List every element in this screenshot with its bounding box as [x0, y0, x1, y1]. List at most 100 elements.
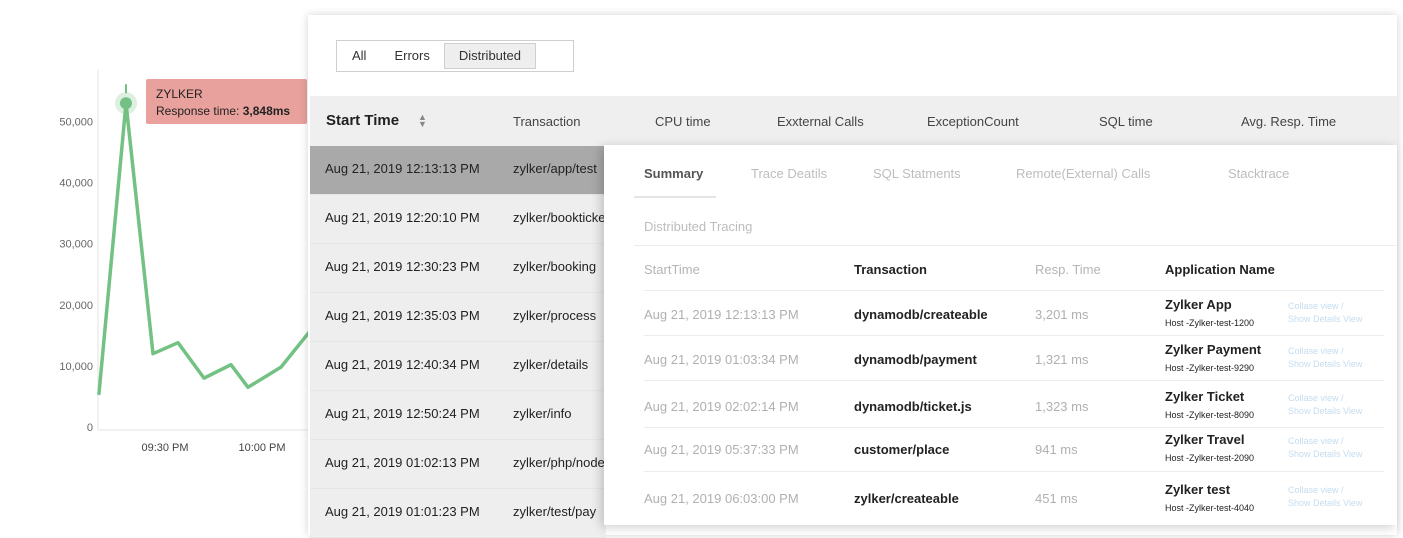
- y-tick-label: 30,000: [59, 239, 93, 251]
- transaction-rows: Aug 21, 2019 12:13:13 PM zylker/app/test…: [310, 146, 606, 538]
- collapse-view-link[interactable]: Collase view /: [1288, 345, 1344, 358]
- row-transaction: zylker/info: [513, 406, 572, 421]
- trace-transaction: dynamodb/payment: [854, 352, 977, 367]
- row-transaction: zylker/test/pay: [513, 504, 597, 519]
- table-row[interactable]: Aug 21, 2019 12:50:24 PM zylker/info: [310, 391, 606, 440]
- filter-tabs: All Errors Distributed: [336, 40, 574, 72]
- row-start-time: Aug 21, 2019 12:30:23 PM: [325, 259, 480, 274]
- trace-start-time: Aug 21, 2019 06:03:00 PM: [644, 491, 799, 506]
- trace-transaction: dynamodb/createable: [854, 307, 988, 322]
- tab-distributed[interactable]: Distributed: [443, 43, 536, 69]
- trace-transaction: customer/place: [854, 442, 950, 457]
- row-transaction: zylker/bookticket: [513, 210, 606, 225]
- y-tick-label: 10,000: [59, 361, 93, 373]
- row-transaction: zylker/details: [513, 357, 589, 372]
- x-tick-label: 09:30 PM: [141, 442, 188, 454]
- row-transaction: zylker/booking: [513, 259, 597, 274]
- column-resp-time: Resp. Time: [1035, 262, 1101, 277]
- tab-errors[interactable]: Errors: [380, 44, 443, 68]
- row-start-time: Aug 21, 2019 12:13:13 PM: [325, 161, 480, 176]
- table-row[interactable]: Aug 21, 2019 12:35:03 PM zylker/process: [310, 293, 606, 342]
- column-transaction[interactable]: Transaction: [513, 114, 580, 129]
- column-cpu-time[interactable]: CPU time: [655, 114, 711, 129]
- x-tick-label: 10:00 PM: [238, 442, 285, 454]
- trace-app-name: Zylker Ticket: [1165, 389, 1245, 404]
- trace-start-time: Aug 21, 2019 01:03:34 PM: [644, 352, 799, 367]
- trace-host: Host -Zylker-test-9290: [1165, 363, 1255, 373]
- table-row[interactable]: Aug 21, 2019 12:20:10 PM zylker/booktick…: [310, 195, 606, 244]
- collapse-view-link[interactable]: Collase view /: [1288, 300, 1344, 313]
- column-start-time[interactable]: Start Time: [326, 112, 399, 129]
- tab-sql-statements[interactable]: SQL Statments: [873, 166, 961, 181]
- divider: [634, 245, 1397, 246]
- trace-transaction: zylker/createable: [854, 491, 959, 506]
- trace-host: Host -Zylker-test-8090: [1165, 410, 1255, 420]
- show-details-link[interactable]: Show Details View: [1288, 313, 1362, 326]
- row-start-time: Aug 21, 2019 12:20:10 PM: [325, 210, 480, 225]
- tooltip-body: Response time: 3,848ms: [156, 103, 297, 120]
- row-transaction: zylker/php/node: [513, 455, 605, 470]
- y-tick-label: 0: [87, 422, 93, 434]
- detail-tabs: Summary Trace Deatils SQL Statments Remo…: [634, 145, 1397, 198]
- peak-marker: [120, 97, 132, 110]
- row-transaction: zylker/process: [513, 308, 597, 323]
- trace-resp-time: 1,323 ms: [1035, 399, 1089, 414]
- row-start-time: Aug 21, 2019 12:50:24 PM: [325, 406, 480, 421]
- trace-resp-time: 3,201 ms: [1035, 307, 1089, 322]
- tab-all[interactable]: All: [340, 44, 380, 68]
- trace-resp-time: 451 ms: [1035, 491, 1078, 506]
- collapse-view-link[interactable]: Collase view /: [1288, 484, 1344, 497]
- response-time-chart: 50,000 40,000 30,000 20,000 10,000 0 09:30 PM 1…: [0, 0, 330, 525]
- collapse-view-link[interactable]: Collase view /: [1288, 435, 1344, 448]
- row-start-time: Aug 21, 2019 01:01:23 PM: [325, 504, 480, 519]
- tooltip-title: ZYLKER: [156, 87, 203, 101]
- column-start: StartTime: [644, 262, 700, 277]
- column-application-name: Application Name: [1165, 262, 1275, 277]
- table-row[interactable]: Aug 21, 2019 12:13:13 PM zylker/app/test: [310, 146, 606, 195]
- show-details-link[interactable]: Show Details View: [1288, 448, 1362, 461]
- tab-stacktrace[interactable]: Stacktrace: [1228, 166, 1289, 181]
- row-start-time: Aug 21, 2019 01:02:13 PM: [325, 455, 480, 470]
- trace-resp-time: 1,321 ms: [1035, 352, 1089, 367]
- table-row[interactable]: Aug 21, 2019 12:40:34 PM zylker/details: [310, 342, 606, 391]
- trace-app-name: Zylker Travel: [1165, 432, 1245, 447]
- chart-tooltip: ZYLKER Response time: 3,848ms: [146, 79, 307, 124]
- trace-app-name: Zylker test: [1165, 482, 1231, 497]
- column-external-calls[interactable]: Exxternal Calls: [777, 114, 864, 129]
- active-tab-underline: [634, 196, 716, 198]
- tab-summary[interactable]: Summary: [644, 166, 703, 181]
- trace-resp-time: 941 ms: [1035, 442, 1078, 457]
- table-row[interactable]: Aug 21, 2019 01:01:23 PM zylker/test/pay: [310, 489, 606, 538]
- trace-app-name: Zylker Payment: [1165, 342, 1262, 357]
- show-details-link[interactable]: Show Details View: [1288, 405, 1362, 418]
- row-start-time: Aug 21, 2019 12:40:34 PM: [325, 357, 480, 372]
- show-details-link[interactable]: Show Details View: [1288, 358, 1362, 371]
- y-tick-label: 50,000: [59, 117, 93, 129]
- trace-host: Host -Zylker-test-2090: [1165, 453, 1255, 463]
- sort-icon[interactable]: ▲ ▼: [418, 113, 427, 129]
- trace-host: Host -Zylker-test-4040: [1165, 503, 1255, 513]
- collapse-view-link[interactable]: Collase view /: [1288, 392, 1344, 405]
- trace-start-time: Aug 21, 2019 02:02:14 PM: [644, 399, 799, 414]
- series-line: [97, 101, 316, 396]
- table-row[interactable]: Aug 21, 2019 12:30:23 PM zylker/booking: [310, 244, 606, 293]
- trace-start-time: Aug 21, 2019 05:37:33 PM: [644, 442, 799, 457]
- row-transaction: zylker/app/test: [513, 161, 597, 176]
- tooltip-label: Response time:: [156, 104, 240, 118]
- column-transaction: Transaction: [854, 262, 927, 277]
- row-start-time: Aug 21, 2019 12:35:03 PM: [325, 308, 480, 323]
- trace-host: Host -Zylker-test-1200: [1165, 318, 1255, 328]
- tab-trace-details[interactable]: Trace Deatils: [751, 166, 827, 181]
- show-details-link[interactable]: Show Details View: [1288, 497, 1362, 510]
- transaction-detail-panel: Summary Trace Deatils SQL Statments Remo…: [604, 145, 1397, 525]
- trace-transaction: dynamodb/ticket.js: [854, 399, 972, 414]
- table-row[interactable]: Aug 21, 2019 01:02:13 PM zylker/php/node: [310, 440, 606, 489]
- trace-app-name: Zylker App: [1165, 297, 1232, 312]
- column-exception-count[interactable]: ExceptionCount: [927, 114, 1019, 129]
- y-tick-label: 20,000: [59, 300, 93, 312]
- table-header: Start Time ▲ ▼ Transaction CPU time Exxte…: [310, 96, 1397, 147]
- tab-remote-calls[interactable]: Remote(External) Calls: [1016, 166, 1150, 181]
- column-avg-resp-time[interactable]: Avg. Resp. Time: [1241, 114, 1336, 129]
- column-sql-time[interactable]: SQL time: [1099, 114, 1153, 129]
- trace-start-time: Aug 21, 2019 12:13:13 PM: [644, 307, 799, 322]
